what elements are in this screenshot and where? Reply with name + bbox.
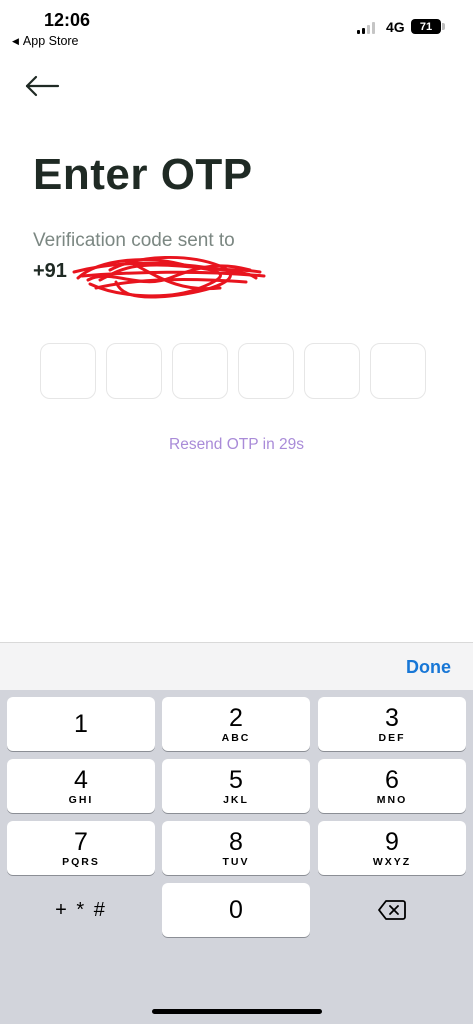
- back-app-label: App Store: [22, 34, 79, 48]
- backspace-icon: [378, 900, 406, 920]
- key-letters: JKL: [223, 793, 249, 806]
- otp-digit-3[interactable]: [172, 343, 228, 399]
- key-5[interactable]: 5 JKL: [162, 759, 310, 813]
- key-digit: 6: [385, 765, 399, 794]
- key-digit: 1: [74, 710, 88, 738]
- key-3[interactable]: 3 DEF: [318, 697, 466, 751]
- key-digit: 0: [229, 896, 243, 924]
- key-6[interactable]: 6 MNO: [318, 759, 466, 813]
- key-digit: 7: [74, 827, 88, 856]
- otp-input-group: [40, 343, 426, 399]
- battery-icon: 71: [411, 19, 445, 34]
- cellular-signal-icon: [357, 22, 375, 34]
- home-indicator: [152, 1009, 322, 1014]
- otp-digit-5[interactable]: [304, 343, 360, 399]
- key-4[interactable]: 4 GHI: [7, 759, 155, 813]
- key-letters: ABC: [221, 731, 251, 744]
- key-9[interactable]: 9 WXYZ: [318, 821, 466, 875]
- key-8[interactable]: 8 TUV: [162, 821, 310, 875]
- redaction-scribble: [72, 255, 266, 299]
- symbols-key[interactable]: + * #: [7, 883, 155, 937]
- key-7[interactable]: 7 PQRS: [7, 821, 155, 875]
- number-keypad: 1 2 ABC 3 DEF 4 GHI 5 JKL 6 MNO 7 PQRS 8…: [0, 690, 473, 1024]
- key-0[interactable]: 0: [162, 883, 310, 937]
- key-digit: 5: [229, 765, 243, 794]
- back-to-app-link[interactable]: ◀ App Store: [12, 34, 79, 48]
- resend-otp-timer: Resend OTP in 29s: [169, 436, 304, 453]
- key-digit: 3: [385, 703, 399, 732]
- otp-digit-4[interactable]: [238, 343, 294, 399]
- key-letters: MNO: [376, 793, 408, 806]
- otp-digit-6[interactable]: [370, 343, 426, 399]
- key-digit: 4: [74, 765, 88, 794]
- status-bar: 12:06 ◀ App Store 4G 71: [0, 0, 473, 52]
- key-letters: DEF: [378, 731, 406, 744]
- delete-key[interactable]: [318, 883, 466, 937]
- symbols-label: + * #: [55, 898, 107, 921]
- arrow-left-icon[interactable]: [22, 72, 62, 100]
- key-2[interactable]: 2 ABC: [162, 697, 310, 751]
- battery-level: 71: [419, 20, 433, 33]
- key-letters: GHI: [68, 793, 94, 806]
- keyboard-accessory-bar: Done: [0, 642, 473, 691]
- key-letters: WXYZ: [372, 855, 412, 868]
- otp-digit-2[interactable]: [106, 343, 162, 399]
- page-title: Enter OTP: [33, 150, 253, 199]
- key-digit: 2: [229, 703, 243, 732]
- key-1[interactable]: 1: [7, 697, 155, 751]
- network-type: 4G: [386, 19, 405, 35]
- status-time: 12:06: [44, 10, 91, 30]
- otp-digit-1[interactable]: [40, 343, 96, 399]
- key-digit: 9: [385, 827, 399, 856]
- key-letters: TUV: [222, 855, 250, 868]
- done-button[interactable]: Done: [406, 657, 451, 678]
- back-triangle-icon: ◀: [12, 35, 19, 46]
- key-letters: PQRS: [62, 855, 100, 868]
- key-digit: 8: [229, 827, 243, 856]
